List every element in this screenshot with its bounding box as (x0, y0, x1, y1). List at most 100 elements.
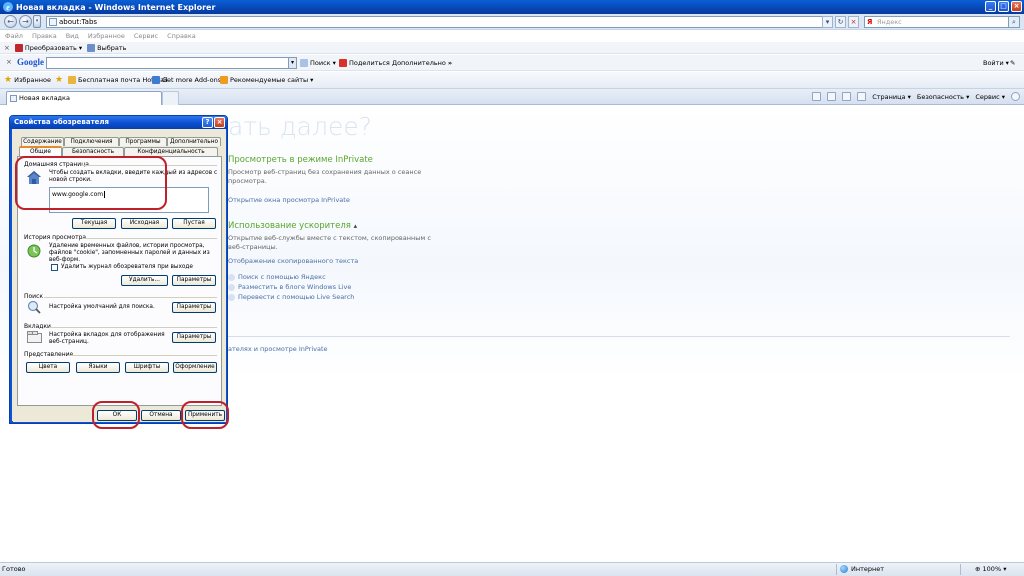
more-button[interactable]: Дополнительно » (392, 59, 452, 67)
history-label: История просмотра (24, 234, 87, 241)
minimize-button[interactable]: _ (985, 1, 996, 12)
tabs-group-text: Настройка вкладок для отображения веб-ст… (49, 332, 165, 345)
add-favorite-button[interactable]: ★ (55, 75, 64, 85)
home-page-input[interactable]: www.google.com (49, 187, 209, 213)
use-current-button[interactable]: Текущая (72, 218, 116, 229)
accessibility-button[interactable]: Оформление (173, 362, 217, 373)
addons-label: Get more Add-ons (162, 76, 222, 84)
languages-button[interactable]: Языки (76, 362, 120, 373)
security-zone[interactable]: Интернет (840, 565, 884, 573)
signin-button[interactable]: Войти ▾ (983, 59, 1009, 67)
tab-advanced[interactable]: Дополнительно (167, 137, 221, 146)
accelerator-item[interactable]: Перевести с помощью Live Search (228, 293, 354, 301)
print-icon[interactable] (857, 92, 867, 101)
add-star-icon: ★ (55, 75, 64, 85)
menu-tools[interactable]: Сервис (134, 31, 158, 42)
history-settings-button[interactable]: Параметры (172, 275, 216, 286)
group-divider (82, 165, 217, 166)
menu-favorites[interactable]: Избранное (88, 31, 125, 42)
page-menu[interactable]: Страница ▾ (872, 93, 911, 101)
window-titlebar: e Новая вкладка - Windows Internet Explo… (0, 0, 1024, 14)
close-toolbar-icon[interactable]: × (6, 58, 12, 66)
close-toolbar-icon[interactable]: × (4, 44, 10, 52)
inprivate-title: Просмотреть в режиме InPrivate (228, 155, 373, 165)
use-blank-button[interactable]: Пустая (172, 218, 216, 229)
delete-history-button[interactable]: Удалить... (121, 275, 168, 286)
search-settings-button[interactable]: Параметры (172, 302, 216, 313)
fav-link-suggested[interactable]: Рекомендуемые сайты ▾ (220, 76, 313, 84)
history-dropdown[interactable]: ▾ (33, 15, 41, 28)
tools-menu[interactable]: Сервис ▾ (975, 93, 1005, 101)
chevron-down-icon: ▾ (310, 76, 314, 84)
general-tab-panel: Домашняя страница Чтобы создать вкладки,… (17, 156, 222, 406)
google-search-input[interactable] (46, 57, 296, 69)
convert-button[interactable]: Преобразовать ▾ (14, 43, 82, 52)
footer-link[interactable]: ателях и просмотре InPrivate (228, 345, 328, 353)
back-button[interactable]: ← (4, 15, 17, 28)
inprivate-link[interactable]: Открытие окна просмотра InPrivate (228, 196, 350, 204)
address-bar: ← → ▾ about:Tabs ▾ ↻ × Я Яндекс ⌕ (0, 14, 1024, 30)
dialog-body: Содержание Подключения Программы Дополни… (13, 129, 226, 422)
tab-content[interactable]: Содержание (21, 137, 64, 146)
pdf-icon (14, 43, 23, 52)
mail-icon[interactable] (842, 92, 852, 101)
search-input[interactable]: Я Яндекс ⌕ (864, 16, 1020, 28)
menu-file[interactable]: Файл (5, 31, 23, 42)
select-button[interactable]: Выбрать (87, 43, 126, 52)
google-search-button[interactable]: Поиск ▾ (300, 59, 336, 67)
tab-general[interactable]: Общие (19, 146, 62, 156)
tab-programs[interactable]: Программы (119, 137, 167, 146)
maximize-button[interactable]: □ (998, 1, 1009, 12)
menu-view[interactable]: Вид (66, 31, 79, 42)
accelerator-item[interactable]: Поиск с помощью Яндекс (228, 273, 326, 281)
accelerator-item[interactable]: Разместить в блоге Windows Live (228, 283, 351, 291)
share-button[interactable]: Поделиться (339, 59, 390, 67)
address-input[interactable]: about:Tabs (46, 16, 832, 28)
tabs-settings-button[interactable]: Параметры (172, 332, 216, 343)
ok-button[interactable]: ОК (97, 410, 137, 421)
menu-edit[interactable]: Правка (32, 31, 57, 42)
google-search-dropdown[interactable]: ▾ (288, 57, 297, 69)
delete-on-exit-label: Удалить журнал обозревателя при выходе (61, 264, 193, 270)
use-default-button[interactable]: Исходная (121, 218, 168, 229)
search-label: Поиск (24, 293, 44, 300)
group-divider (68, 355, 217, 356)
house-icon (27, 171, 41, 184)
refresh-button[interactable]: ↻ (835, 16, 846, 28)
accelerator-title: Использование ускорителя ▴ (228, 221, 358, 231)
fav-link-addons[interactable]: Get more Add-ons (152, 76, 221, 84)
security-menu[interactable]: Безопасность ▾ (917, 93, 969, 101)
help-button[interactable]: ? (202, 117, 213, 128)
menu-help[interactable]: Справка (167, 31, 196, 42)
google-logo: Google (17, 57, 44, 67)
dialog-close-button[interactable]: × (214, 117, 225, 128)
delete-on-exit-checkbox[interactable] (51, 264, 58, 271)
forward-button[interactable]: → (19, 15, 32, 28)
ie-icon (152, 76, 160, 84)
cancel-button[interactable]: Отмена (141, 410, 181, 421)
colors-button[interactable]: Цвета (26, 362, 70, 373)
divider (228, 336, 1010, 337)
home-icon[interactable] (812, 92, 822, 101)
wrench-icon[interactable]: ✎ (1010, 59, 1015, 67)
help-icon[interactable] (1011, 92, 1020, 101)
close-button[interactable]: × (1011, 1, 1022, 12)
new-tab-button[interactable] (162, 91, 179, 105)
favorites-button[interactable]: ★ Избранное (4, 76, 51, 85)
tab-privacy[interactable]: Конфиденциальность (124, 147, 218, 156)
apply-button[interactable]: Применить (185, 410, 225, 421)
fonts-button[interactable]: Шрифты (125, 362, 169, 373)
tab-new-tab[interactable]: Новая вкладка (6, 91, 162, 105)
suggested-sites-icon (220, 76, 228, 84)
tab-connections[interactable]: Подключения (64, 137, 119, 146)
yandex-icon (228, 273, 235, 281)
stop-button[interactable]: × (848, 16, 859, 28)
zoom-control[interactable]: ⊕ 100% ▾ (975, 565, 1006, 573)
search-icon[interactable]: ⌕ (1008, 16, 1020, 28)
group-divider (82, 238, 217, 239)
tab-security[interactable]: Безопасность (62, 147, 124, 156)
tab-label: Новая вкладка (19, 94, 70, 102)
address-dropdown-button[interactable]: ▾ (822, 16, 833, 28)
accelerator-link[interactable]: Отображение скопированного текста (228, 257, 358, 265)
feeds-icon[interactable] (827, 92, 837, 101)
